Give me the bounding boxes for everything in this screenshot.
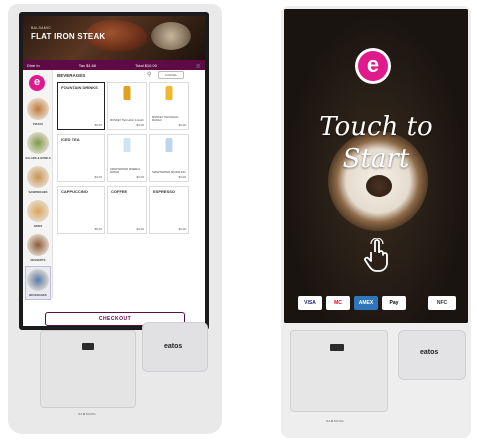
payment-badge: MC (326, 296, 350, 310)
tax-readout: Tax $1.66 (78, 62, 97, 68)
payment-label: MC (334, 300, 342, 306)
product-name: COFFEE (111, 189, 128, 194)
eatos-logo-large: e (355, 48, 391, 84)
category-item[interactable]: BEVERAGES (25, 266, 51, 300)
hero-banner: BALSAMIC FLAT IRON STEAK (23, 16, 205, 60)
kiosk-product-image: BALSAMIC FLAT IRON STEAK Dine In Tax $1.… (0, 0, 477, 442)
touch-to-start-line2[interactable]: Start (305, 144, 447, 174)
payment-label: NFC (436, 300, 448, 306)
plate-image (151, 22, 191, 50)
touch-to-start-line1[interactable]: Touch to (305, 112, 447, 142)
category-label: SALADS & BOWLS (25, 156, 51, 160)
product-tile[interactable]: ICED TEA $3.00 (57, 134, 105, 182)
product-name: SMARTWATER SPARKLING (152, 171, 186, 174)
product-price: $4.00 (136, 227, 144, 231)
dine-in-selector[interactable]: Dine In (27, 63, 40, 68)
card-reader-slot-right (330, 344, 344, 351)
product-name: SMARTWATER MINERAL WATER (110, 168, 141, 174)
category-item[interactable]: PIZZAS (25, 96, 51, 130)
category-label: BEVERAGES (29, 293, 47, 297)
payment-badge: AMEX (354, 296, 378, 310)
bottle-image (165, 86, 173, 100)
category-image (27, 234, 49, 256)
payment-label: VISA (304, 300, 316, 306)
product-tile[interactable]: SMARTWATER SPARKLING $3.00 (149, 134, 189, 182)
left-printer-panel (40, 330, 136, 408)
product-price: $4.00 (178, 123, 186, 127)
product-tile[interactable]: MONKEY TEA PEACH MANGO $4.00 (149, 82, 189, 130)
category-item[interactable]: SIDES (25, 198, 51, 232)
eatos-logo: e (29, 75, 45, 91)
category-image (27, 98, 49, 120)
product-name: ESPRESSO (153, 189, 176, 194)
product-price: $0.00 (94, 123, 102, 127)
card-reader-slot (82, 343, 94, 350)
payment-badge: NFC (428, 296, 456, 310)
category-label: SIDES (33, 224, 43, 228)
payment-label: AMEX (358, 300, 374, 306)
order-topbar: Dine In Tax $1.66 Total $10.00 🛒 (23, 60, 205, 70)
category-image (27, 269, 49, 291)
category-label: PIZZAS (33, 122, 43, 126)
left-maker-label: SAMSUNG (78, 412, 96, 416)
product-name: MONKEY TEA PEACH MANGO (152, 116, 179, 122)
bottle-image (165, 138, 173, 152)
product-tile[interactable]: COFFEE $4.00 (107, 186, 147, 234)
hero-subtitle: BALSAMIC (31, 26, 52, 30)
product-price: $5.00 (94, 227, 102, 231)
product-price: $4.00 (136, 123, 144, 127)
right-printer-panel (290, 330, 388, 412)
cake-center (366, 175, 392, 197)
payment-label: Pay (389, 300, 399, 306)
product-tile[interactable]: FOUNTAIN DRINKS $0.00 (57, 82, 105, 130)
payment-badge: Pay (382, 296, 406, 310)
category-label: DESSERTS (30, 258, 46, 262)
category-item[interactable]: SANDWICHES (25, 164, 51, 198)
payment-badge: VISA (298, 296, 322, 310)
product-tile[interactable]: SMARTWATER MINERAL WATER $3.00 (107, 134, 147, 182)
product-name: FOUNTAIN DRINKS (61, 85, 98, 90)
tap-hand-icon (364, 238, 388, 272)
bottle-image (123, 86, 131, 100)
hero-title: FLAT IRON STEAK (31, 32, 106, 41)
search-icon[interactable]: ⚲ (147, 71, 151, 78)
left-brand-label: eatos (164, 343, 183, 350)
product-name: ICED TEA (61, 137, 80, 142)
product-price: $3.00 (136, 175, 144, 179)
category-label: SANDWICHES (28, 190, 48, 194)
category-item[interactable]: DESSERTS (25, 232, 51, 266)
section-title: BEVERAGES (57, 73, 86, 78)
right-maker-label: SAMSUNG (326, 419, 344, 423)
bottle-image (123, 138, 131, 152)
product-price: $3.00 (178, 175, 186, 179)
category-image (27, 166, 49, 188)
category-image (27, 200, 49, 222)
product-tile[interactable]: CAPPUCCINO $5.00 (57, 186, 105, 234)
left-kiosk-screen: BALSAMIC FLAT IRON STEAK Dine In Tax $1.… (19, 12, 209, 330)
product-price: $3.00 (94, 175, 102, 179)
product-price: $3.00 (178, 227, 186, 231)
product-name: MONKEY TEA HALF & HALF (110, 119, 144, 122)
product-tile[interactable]: ESPRESSO $3.00 (149, 186, 189, 234)
category-image (27, 132, 49, 154)
category-rail: e PIZZAS SALADS & BOWLS SANDWICHES SIDES DES… (23, 70, 53, 300)
product-name: CAPPUCCINO (61, 189, 88, 194)
cart-icon[interactable]: 🛒 (196, 63, 201, 68)
right-brand-label: eatos (420, 349, 439, 356)
category-item[interactable]: SALADS & BOWLS (25, 130, 51, 164)
product-tile[interactable]: MONKEY TEA HALF & HALF $4.00 (107, 82, 147, 130)
cancel-button[interactable]: CANCEL (158, 71, 184, 79)
total-readout: Total $10.00 (135, 62, 157, 68)
